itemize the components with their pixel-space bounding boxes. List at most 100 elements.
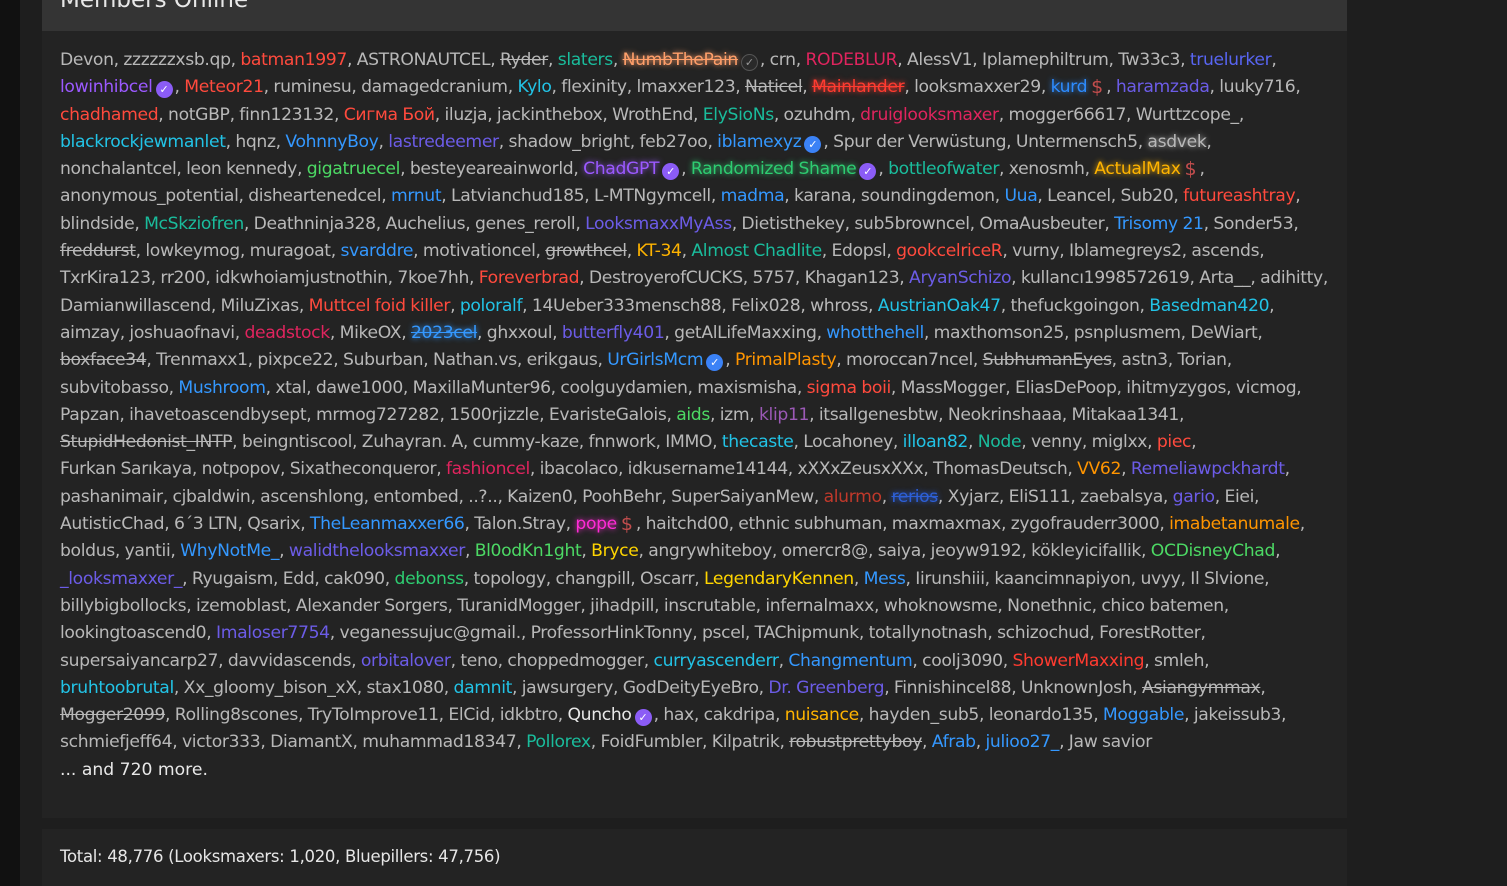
member-link[interactable]: aids — [676, 405, 710, 425]
member-link[interactable]: Kilpatrik — [712, 732, 780, 752]
member-link[interactable]: walidthelooksmaxxer — [289, 541, 465, 561]
member-link[interactable]: kaancimnapiyon — [994, 569, 1131, 589]
member-link[interactable]: futureashtray — [1183, 186, 1296, 206]
member-link[interactable]: Arta__ — [1199, 268, 1251, 288]
member-link[interactable]: ghxxoul — [487, 323, 553, 343]
member-link[interactable]: zzzzzzxsb.qp — [123, 50, 231, 70]
member-link[interactable]: maxismisha — [697, 378, 797, 398]
member-link[interactable]: MassMogger — [901, 378, 1006, 398]
member-link[interactable]: inscrutable — [664, 596, 756, 616]
member-link[interactable]: Jaw savior — [1069, 732, 1152, 752]
member-link[interactable]: totallynotnash — [869, 623, 988, 643]
member-link[interactable]: zygofrauderr3000 — [1011, 514, 1160, 534]
member-link[interactable]: xenosmh — [1009, 159, 1085, 179]
member-link[interactable]: Oscarr — [640, 569, 695, 589]
member-link[interactable]: iluzja — [445, 105, 488, 125]
member-link[interactable]: asdvek — [1147, 132, 1206, 152]
member-link[interactable]: teno — [460, 651, 498, 671]
member-link[interactable]: ..?.. — [468, 487, 498, 507]
member-link[interactable]: deadstock — [244, 323, 330, 343]
member-link[interactable]: EliasDePoop — [1015, 378, 1117, 398]
member-link[interactable]: schmiefjeff64 — [60, 732, 173, 752]
member-link[interactable]: Dietisthekey — [741, 214, 845, 234]
member-link[interactable]: ihitmyzygos — [1126, 378, 1226, 398]
member-link[interactable]: WhyNotMe_ — [180, 541, 279, 561]
member-link[interactable]: mogger66617 — [1008, 105, 1126, 125]
member-link[interactable]: Afrab — [932, 732, 976, 752]
member-link[interactable]: feb27oo — [639, 132, 707, 152]
member-link[interactable]: VV62 — [1077, 459, 1121, 479]
member-link[interactable]: ElySioNs — [703, 105, 774, 125]
member-link[interactable]: Nathan.vs — [433, 350, 517, 370]
member-link[interactable]: PoohBehr — [582, 487, 662, 507]
member-link[interactable]: julioo27_ — [985, 732, 1059, 752]
member-link[interactable]: ActualMax — [1094, 159, 1181, 179]
member-link[interactable]: 6´3 LTN — [174, 514, 238, 534]
member-link[interactable]: pixpce22 — [257, 350, 333, 370]
member-link[interactable]: 5757 — [753, 268, 796, 288]
member-link[interactable]: Latvianchud185 — [451, 186, 585, 206]
member-link[interactable]: 14Ueber333mensch88 — [532, 296, 722, 316]
member-link[interactable]: getAlLifeMaxxing — [674, 323, 817, 343]
member-link[interactable]: Qsarix — [247, 514, 300, 534]
member-link[interactable]: moroccan7ncel — [846, 350, 973, 370]
member-link[interactable]: crn — [770, 50, 796, 70]
member-link[interactable]: Edopsl — [832, 241, 887, 261]
member-link[interactable]: smleh — [1154, 651, 1205, 671]
member-link[interactable]: sigma boii — [807, 378, 892, 398]
member-link[interactable]: svarddre — [340, 241, 413, 261]
member-link[interactable]: PrimalPlasty — [735, 350, 837, 370]
member-link[interactable]: Sixatheconqueror — [290, 459, 437, 479]
member-link[interactable]: ShowerMaxxing — [1012, 651, 1144, 671]
member-link[interactable]: astn3 — [1121, 350, 1168, 370]
member-link[interactable]: genes_reroll — [475, 214, 576, 234]
member-link[interactable]: Mitakaa1341 — [1072, 405, 1180, 425]
member-link[interactable]: Khagan123 — [805, 268, 900, 288]
member-link[interactable]: DeWiart — [1190, 323, 1257, 343]
member-link[interactable]: AryanSchizo — [909, 268, 1011, 288]
member-link[interactable]: izm — [720, 405, 750, 425]
member-link[interactable]: cak090 — [324, 569, 385, 589]
member-link[interactable]: Bryce — [591, 541, 639, 561]
member-link[interactable]: MikeOX — [340, 323, 402, 343]
member-link[interactable]: entombed — [373, 487, 458, 507]
member-link[interactable]: pope — [575, 514, 617, 534]
member-link[interactable]: truelurker — [1190, 50, 1272, 70]
member-link[interactable]: saiya — [878, 541, 922, 561]
member-link[interactable]: erikgaus — [527, 350, 598, 370]
member-link[interactable]: Pollorex — [526, 732, 591, 752]
member-link[interactable]: notGBP — [168, 105, 230, 125]
member-link[interactable]: shadow_bright — [509, 132, 631, 152]
member-link[interactable]: 1500rjizzle — [449, 405, 539, 425]
member-link[interactable]: Asiangymmax — [1142, 678, 1261, 698]
member-link[interactable]: Torian — [1177, 350, 1227, 370]
member-link[interactable]: jeoyw9192 — [931, 541, 1022, 561]
member-link[interactable]: Xx_gloomy_bison_xX — [184, 678, 357, 698]
member-link[interactable]: growthcel — [545, 241, 627, 261]
member-link[interactable]: aimzay — [60, 323, 120, 343]
member-link[interactable]: Rolling8scones — [175, 705, 299, 725]
member-link[interactable]: nuisance — [785, 705, 860, 725]
member-link[interactable]: KT-34 — [636, 241, 682, 261]
member-link[interactable]: madma — [721, 186, 785, 206]
member-link[interactable]: venny — [1031, 432, 1082, 452]
member-link[interactable]: WrothEnd — [612, 105, 693, 125]
member-link[interactable]: Node — [978, 432, 1022, 452]
member-link[interactable]: lastredeemer — [388, 132, 499, 152]
member-link[interactable]: cjbaldwin — [173, 487, 251, 507]
member-link[interactable]: illoan82 — [903, 432, 969, 452]
member-link[interactable]: lowkeymog — [145, 241, 240, 261]
member-link[interactable]: Trisomy 21 — [1114, 214, 1204, 234]
member-link[interactable]: Quncho — [568, 705, 632, 725]
member-link[interactable]: stax1080 — [366, 678, 444, 698]
member-link[interactable]: whotthehell — [826, 323, 924, 343]
member-link[interactable]: xtal — [275, 378, 306, 398]
member-link[interactable]: ruminesu — [273, 77, 351, 97]
member-link[interactable]: sub5browncel — [854, 214, 970, 234]
member-link[interactable]: orbitalover — [361, 651, 451, 671]
member-link[interactable]: billybigbollocks — [60, 596, 187, 616]
member-link[interactable]: ProfessorHinkTonny — [531, 623, 693, 643]
member-link[interactable]: kurd — [1051, 77, 1088, 97]
member-link[interactable]: freddurst — [60, 241, 136, 261]
member-link[interactable]: TxrKira123 — [60, 268, 151, 288]
